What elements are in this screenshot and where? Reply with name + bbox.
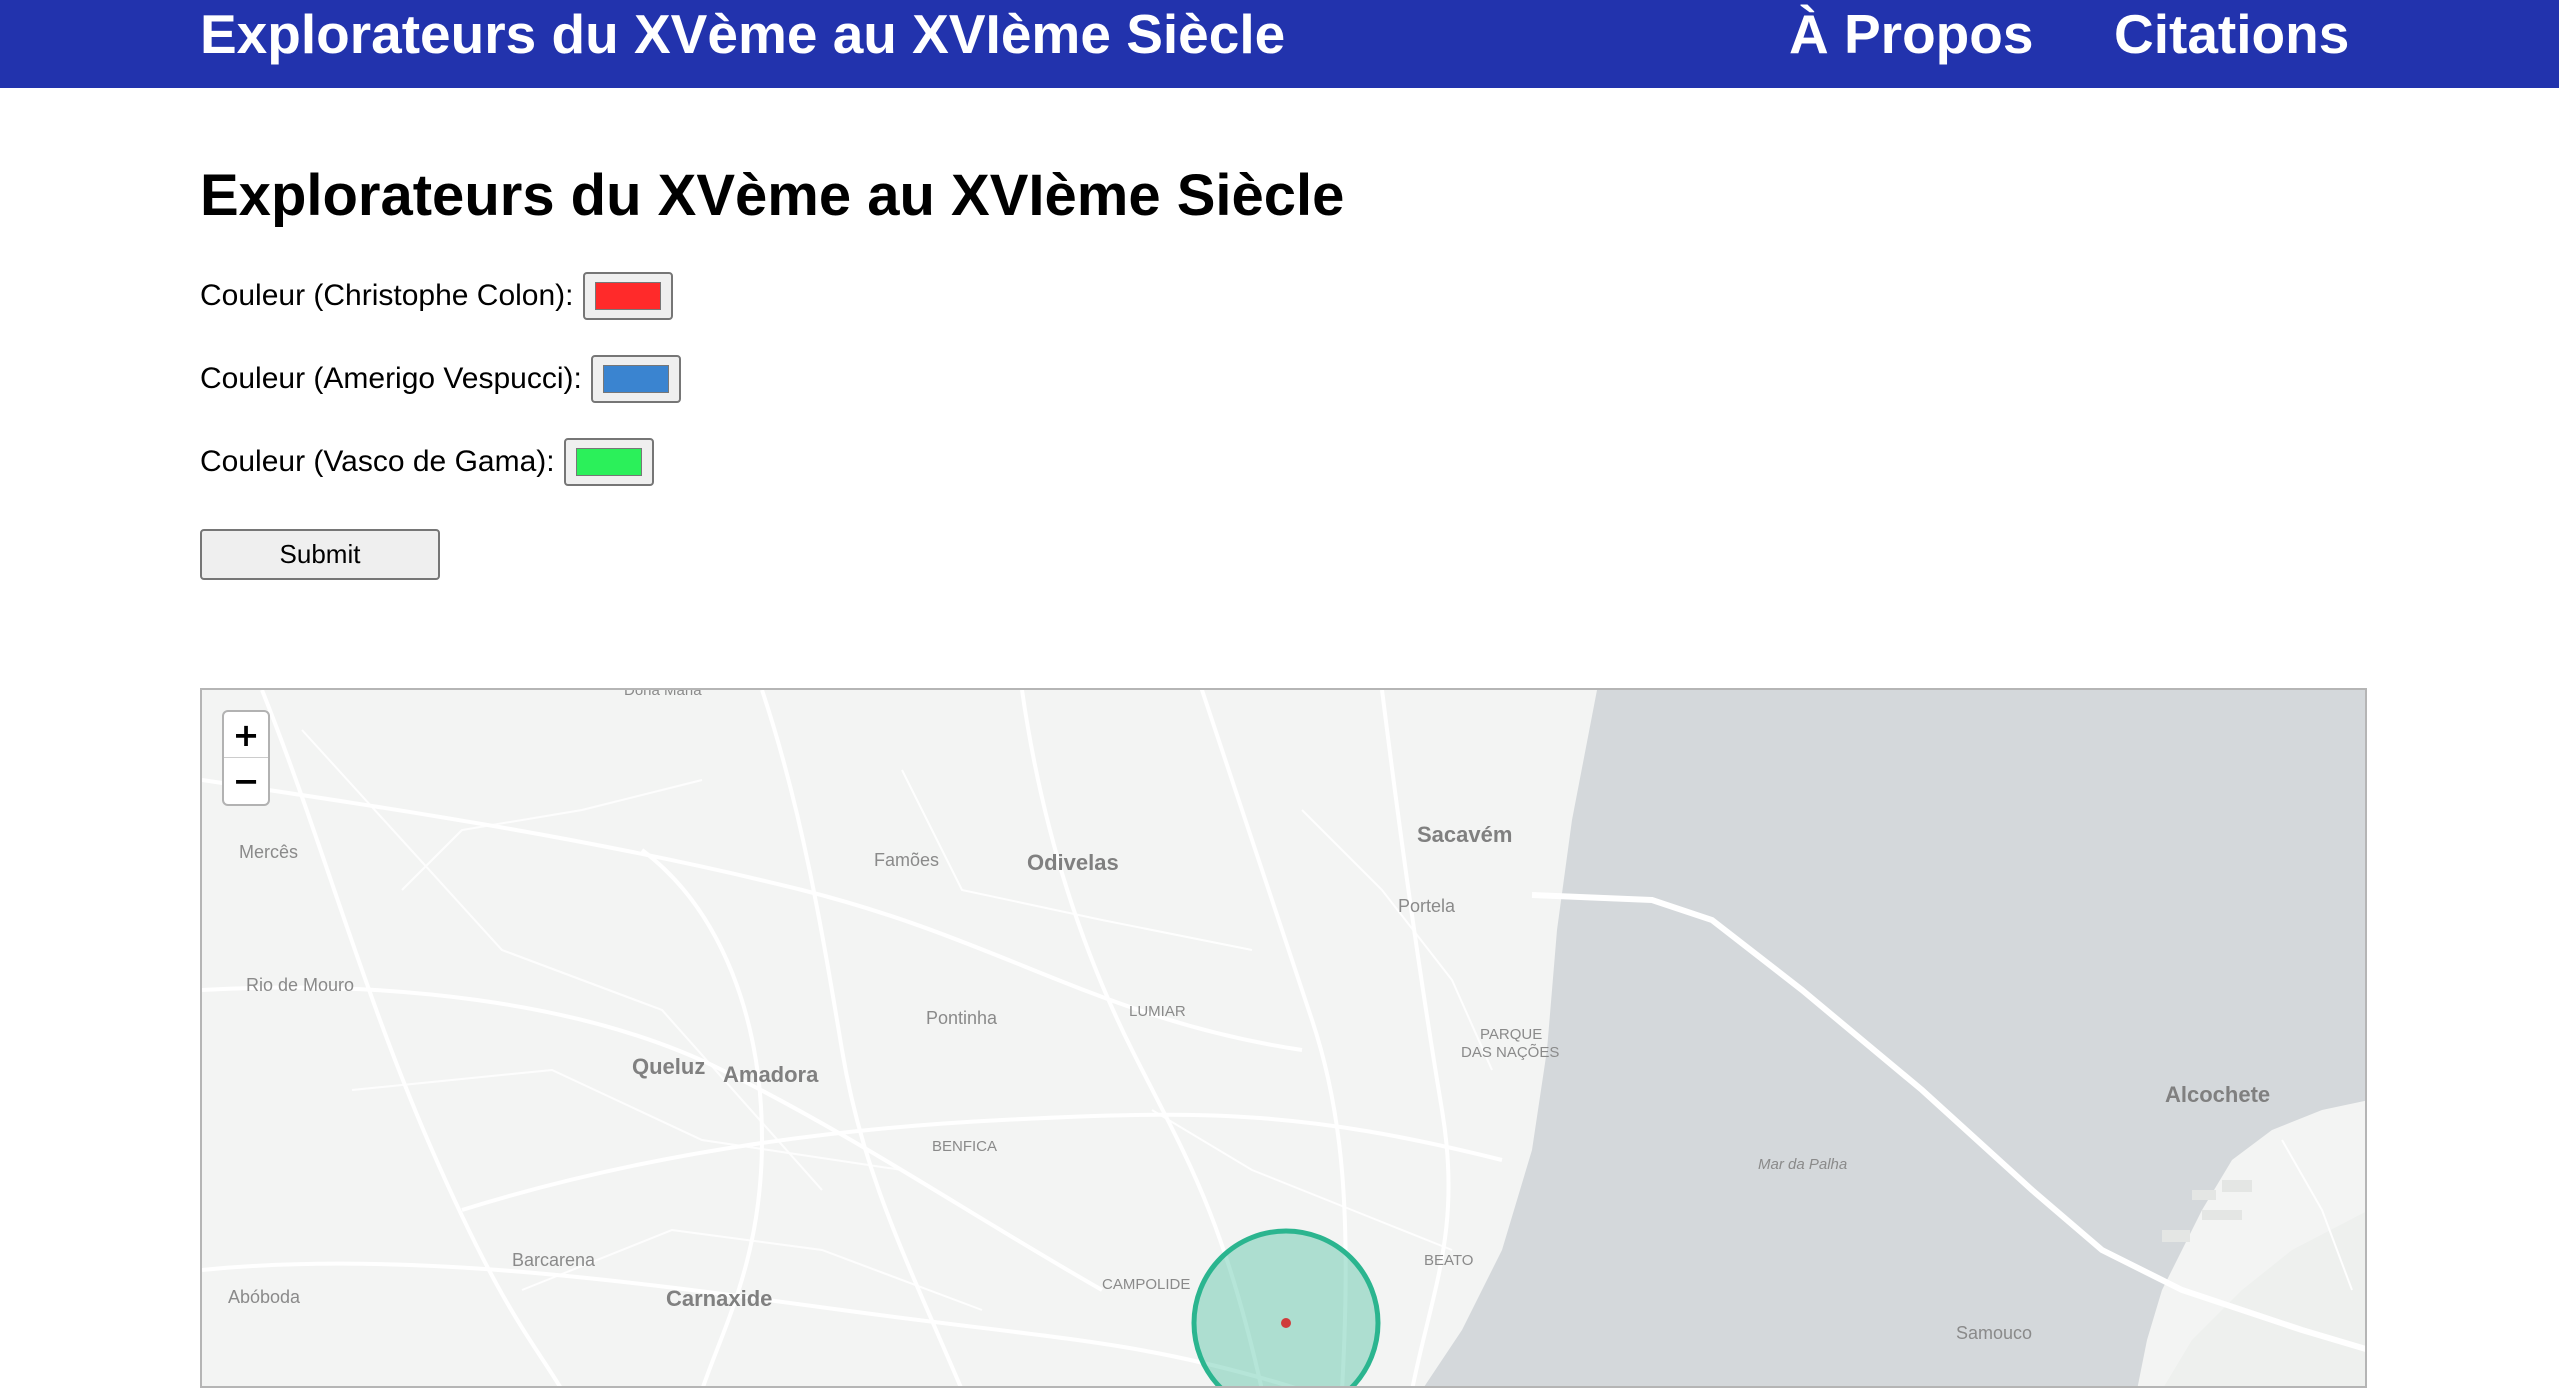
map-label-benfica: BENFICA bbox=[932, 1138, 998, 1155]
zoom-out-button[interactable]: − bbox=[224, 758, 268, 804]
river-water bbox=[1424, 690, 2365, 1386]
zoom-in-button[interactable]: + bbox=[224, 712, 268, 758]
map-label-top: Dona Maria bbox=[624, 688, 702, 699]
nav-link-about[interactable]: À Propos bbox=[1789, 2, 2033, 66]
map-label-famoes: Famões bbox=[874, 850, 940, 870]
map-label-pontinha: Pontinha bbox=[926, 1008, 998, 1028]
explorer-circle bbox=[1191, 1228, 1381, 1386]
page-title: Explorateurs du XVème au XVIème Siècle bbox=[200, 163, 1345, 228]
color-picker-colon[interactable] bbox=[582, 272, 673, 320]
color-field-colon: Couleur (Christophe Colon): bbox=[200, 272, 673, 320]
color-label-gama: Couleur (Vasco de Gama): bbox=[200, 445, 555, 478]
map-label-merces: Mercês bbox=[239, 842, 299, 862]
map-label-beato: BEATO bbox=[1424, 1252, 1474, 1269]
map-label-parque: PARQUE bbox=[1480, 1026, 1543, 1043]
color-field-gama: Couleur (Vasco de Gama): bbox=[200, 438, 654, 486]
south-bank bbox=[2164, 1212, 2365, 1386]
map-label-portela: Portela bbox=[1398, 896, 1456, 916]
map-label-aboboda: Abóboda bbox=[228, 1287, 301, 1307]
nav-link-citations[interactable]: Citations bbox=[2114, 2, 2349, 66]
color-swatch-gama bbox=[575, 448, 642, 476]
site-brand[interactable]: Explorateurs du XVème au XVIème Siècle bbox=[200, 2, 1285, 66]
map-label-rio-de-mouro: Rio de Mouro bbox=[246, 975, 355, 995]
map-tiles bbox=[202, 690, 2365, 1386]
map-label-samouco: Samouco bbox=[1956, 1323, 2033, 1343]
color-picker-gama[interactable] bbox=[563, 438, 654, 486]
top-navbar: Explorateurs du XVème au XVIème Siècle À… bbox=[0, 0, 2559, 88]
map-label-lumiar: LUMIAR bbox=[1129, 1003, 1186, 1020]
color-picker-vespucci[interactable] bbox=[590, 355, 681, 403]
submit-button[interactable]: Submit bbox=[200, 529, 440, 580]
map-label-alcochete: Alcochete bbox=[2165, 1082, 2271, 1107]
color-field-vespucci: Couleur (Amerigo Vespucci): bbox=[200, 355, 681, 403]
map-label-barcarena: Barcarena bbox=[512, 1250, 596, 1270]
map-label-sacavem: Sacavém bbox=[1417, 822, 1513, 847]
map-label-odivelas: Odivelas bbox=[1027, 850, 1119, 875]
map-label-carnaxide: Carnaxide bbox=[666, 1286, 773, 1311]
color-swatch-vespucci bbox=[602, 365, 669, 393]
map-view[interactable]: + − Dona Maria Mercês Famões Odivelas Sa… bbox=[200, 688, 2367, 1388]
map-label-parque-nacoes: DAS NAÇÕES bbox=[1461, 1044, 1560, 1061]
color-label-colon: Couleur (Christophe Colon): bbox=[200, 279, 574, 312]
map-label-queluz: Queluz bbox=[632, 1054, 706, 1079]
color-swatch-colon bbox=[594, 282, 661, 310]
map-label-campolide: CAMPOLIDE bbox=[1102, 1276, 1191, 1293]
explorer-marker bbox=[1281, 1318, 1291, 1328]
zoom-control: + − bbox=[222, 710, 270, 806]
map-label-amadora: Amadora bbox=[723, 1062, 819, 1087]
color-label-vespucci: Couleur (Amerigo Vespucci): bbox=[200, 362, 582, 395]
map-label-mar-da-palha: Mar da Palha bbox=[1758, 1156, 1848, 1173]
